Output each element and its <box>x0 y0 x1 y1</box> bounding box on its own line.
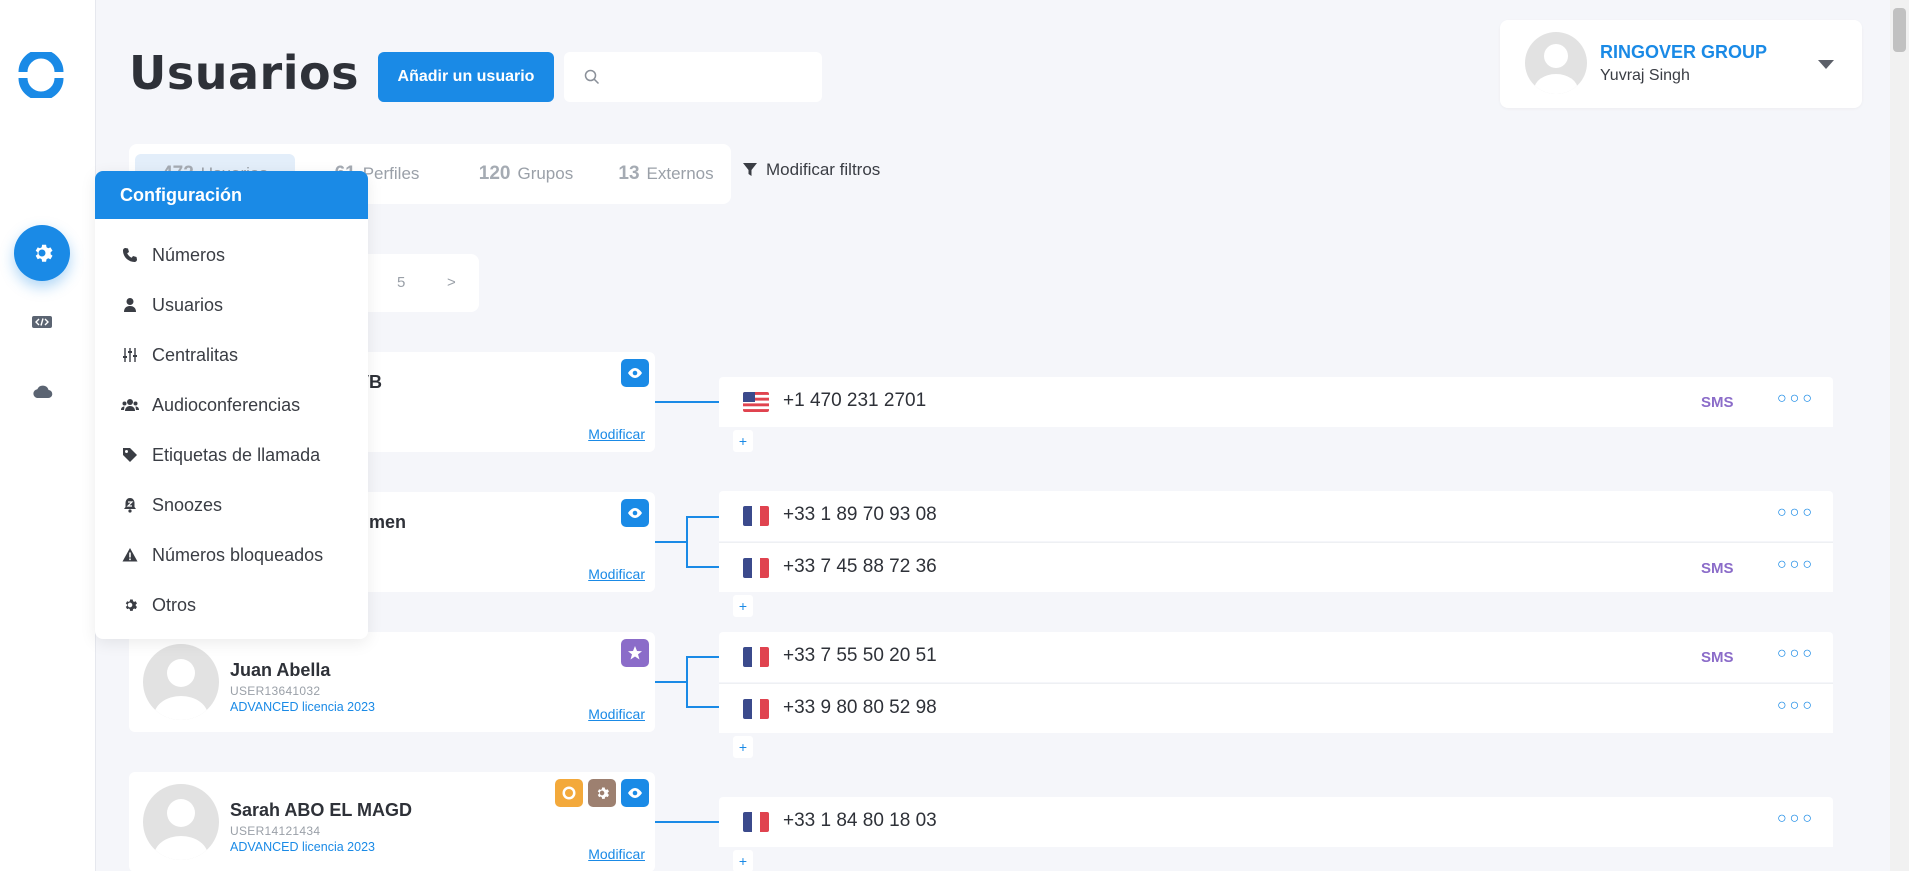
menu-item-snoozes[interactable]: Snoozes <box>120 490 222 520</box>
gear-icon <box>35 244 53 262</box>
more-options-icon[interactable]: ○○○ <box>1777 645 1815 663</box>
fr-flag-icon <box>743 699 769 719</box>
modify-filters-button[interactable]: Modificar filtros <box>742 160 880 180</box>
more-options-icon[interactable]: ○○○ <box>1777 810 1815 828</box>
phone-number-row[interactable]: +33 1 89 70 93 08 ○○○ <box>719 491 1833 541</box>
menu-item-etiquetas[interactable]: Etiquetas de llamada <box>120 440 320 470</box>
bell-snooze-icon <box>120 495 140 515</box>
cloud-icon <box>33 385 53 399</box>
chevron-down-icon[interactable] <box>1818 60 1834 69</box>
cloud-nav-button[interactable] <box>30 382 54 402</box>
modify-link[interactable]: Modificar <box>588 566 645 582</box>
eye-badge[interactable] <box>621 779 649 807</box>
coin-badge[interactable] <box>555 779 583 807</box>
gear-icon <box>120 595 140 615</box>
connector-line <box>686 656 688 708</box>
company-name: RINGOVER GROUP <box>1600 42 1768 62</box>
add-number-button[interactable]: + <box>733 736 753 758</box>
user-card[interactable]: Juan Abella USER13641032 ADVANCED licenc… <box>129 632 655 732</box>
us-flag-icon <box>743 392 769 412</box>
sms-label: SMS <box>1701 394 1734 411</box>
eye-badge[interactable] <box>621 499 649 527</box>
account-switcher[interactable]: RINGOVER GROUP Yuvraj Singh <box>1500 20 1862 108</box>
tag-icon <box>120 445 140 465</box>
more-options-icon[interactable]: ○○○ <box>1777 556 1815 574</box>
page-5-button[interactable]: 5 <box>397 274 405 291</box>
filter-icon <box>743 163 757 176</box>
account-avatar <box>1525 32 1587 94</box>
phone-number-row[interactable]: +33 7 55 50 20 51 SMS ○○○ <box>719 632 1833 682</box>
gear-badge[interactable] <box>588 779 616 807</box>
connector-line <box>655 821 719 823</box>
sms-label: SMS <box>1701 560 1734 577</box>
search-box[interactable] <box>564 52 822 102</box>
add-number-button[interactable]: + <box>733 850 753 871</box>
connector-line <box>686 706 719 708</box>
menu-item-usuarios[interactable]: Usuarios <box>120 290 223 320</box>
account-user-name: Yuvraj Singh <box>1600 67 1690 84</box>
users-icon <box>120 395 140 415</box>
page-title: Usuarios <box>129 46 359 100</box>
star-badge[interactable] <box>621 639 649 667</box>
fr-flag-icon <box>743 812 769 832</box>
add-number-button[interactable]: + <box>733 595 753 617</box>
connector-line <box>686 516 719 518</box>
user-card[interactable]: Sarah ABO EL MAGD USER14121434 ADVANCED … <box>129 772 655 871</box>
next-page-button[interactable]: > <box>447 274 456 291</box>
avatar <box>143 784 219 860</box>
ringover-logo-icon[interactable] <box>18 52 64 98</box>
phone-number-row[interactable]: +33 1 84 80 18 03 ○○○ <box>719 797 1833 847</box>
search-input[interactable] <box>612 68 812 86</box>
connector-line <box>655 401 719 403</box>
menu-item-numeros-bloqueados[interactable]: Números bloqueados <box>120 540 323 570</box>
star-icon <box>628 646 642 660</box>
settings-nav-button[interactable] <box>14 225 70 281</box>
api-nav-button[interactable] <box>30 312 54 332</box>
scrollbar-thumb[interactable] <box>1893 8 1906 52</box>
tab-externos[interactable]: 13 Externos <box>601 154 731 194</box>
eye-icon <box>628 508 642 518</box>
menu-item-audioconferencias[interactable]: Audioconferencias <box>120 390 300 420</box>
user-icon <box>120 295 140 315</box>
phone-number-row[interactable]: +33 7 45 88 72 36 SMS ○○○ <box>719 542 1833 592</box>
gear-icon <box>597 787 609 799</box>
add-user-button[interactable]: Añadir un usuario <box>378 52 554 102</box>
more-options-icon[interactable]: ○○○ <box>1777 504 1815 522</box>
scrollbar-track[interactable] <box>1890 0 1909 871</box>
more-options-icon[interactable]: ○○○ <box>1777 697 1815 715</box>
configuration-menu: Configuración Números Usuarios Centralit… <box>95 171 368 639</box>
warning-icon <box>120 545 140 565</box>
code-icon <box>32 316 52 328</box>
tab-grupos[interactable]: 120 Grupos <box>451 154 601 194</box>
search-icon <box>584 69 600 85</box>
menu-title: Configuración <box>95 171 368 219</box>
connector-line <box>686 566 719 568</box>
connector-line <box>686 516 688 568</box>
fr-flag-icon <box>743 506 769 526</box>
more-options-icon[interactable]: ○○○ <box>1777 390 1815 408</box>
left-rail <box>0 0 96 871</box>
fr-flag-icon <box>743 558 769 578</box>
sliders-icon <box>120 345 140 365</box>
modify-link[interactable]: Modificar <box>588 706 645 722</box>
menu-item-centralitas[interactable]: Centralitas <box>120 340 238 370</box>
avatar <box>143 644 219 720</box>
connector-line <box>655 681 687 683</box>
phone-icon <box>120 245 140 265</box>
connector-line <box>655 541 687 543</box>
phone-number-row[interactable]: +1 470 231 2701 SMS ○○○ <box>719 377 1833 427</box>
eye-icon <box>628 788 642 798</box>
eye-icon <box>628 368 642 378</box>
sms-label: SMS <box>1701 649 1734 666</box>
add-number-button[interactable]: + <box>733 430 753 452</box>
modify-link[interactable]: Modificar <box>588 846 645 862</box>
menu-item-otros[interactable]: Otros <box>120 590 196 620</box>
eye-badge[interactable] <box>621 359 649 387</box>
modify-link[interactable]: Modificar <box>588 426 645 442</box>
menu-item-numeros[interactable]: Números <box>120 240 225 270</box>
fr-flag-icon <box>743 647 769 667</box>
connector-line <box>686 656 719 658</box>
coin-icon <box>562 786 576 800</box>
phone-number-row[interactable]: +33 9 80 80 52 98 ○○○ <box>719 683 1833 733</box>
